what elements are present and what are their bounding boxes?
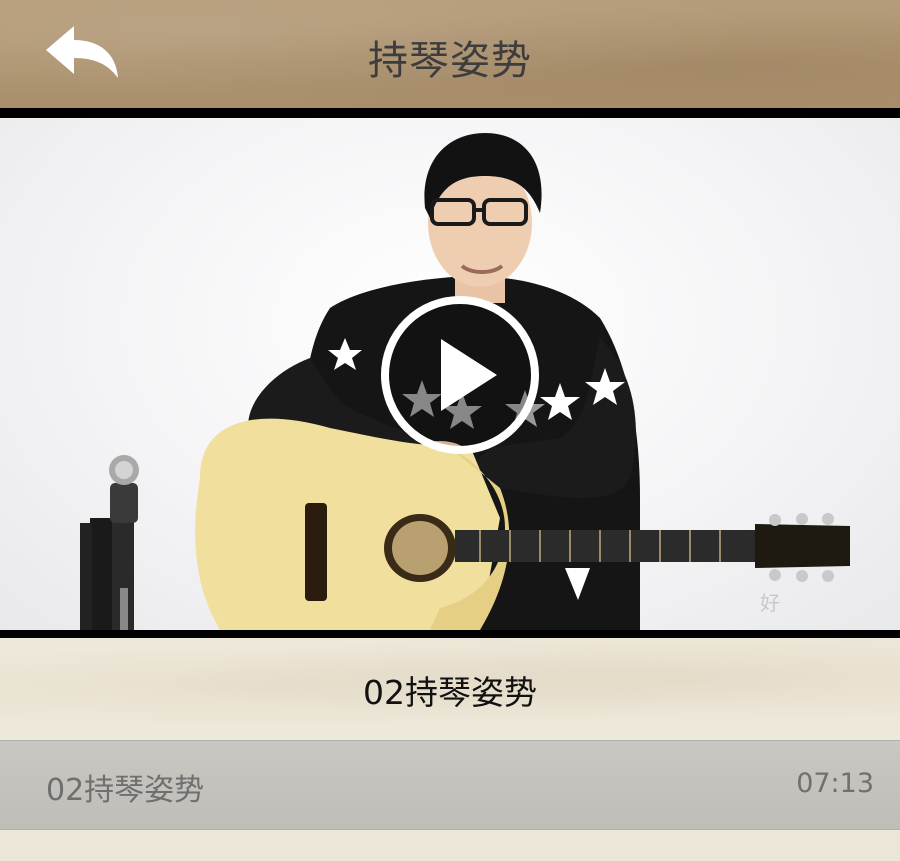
video-watermark: 好 <box>760 591 780 615</box>
play-icon <box>381 296 539 454</box>
episode-title: 02持琴姿势 <box>46 773 205 808</box>
video-caption-band: 02持琴姿势 <box>0 638 900 736</box>
app-root: 持琴姿势 好 02持琴姿势 02持琴姿势 07:13 <box>0 0 900 861</box>
microphone-illustration <box>80 455 139 630</box>
list-background <box>0 830 900 861</box>
episode-list-item[interactable]: 02持琴姿势 07:13 <box>0 740 900 830</box>
video-player[interactable]: 好 <box>0 108 900 638</box>
video-title: 02持琴姿势 <box>363 673 537 712</box>
episode-duration: 07:13 <box>796 768 874 799</box>
play-button[interactable] <box>379 294 541 456</box>
header-bar: 持琴姿势 <box>0 0 900 108</box>
page-title: 持琴姿势 <box>368 38 532 84</box>
